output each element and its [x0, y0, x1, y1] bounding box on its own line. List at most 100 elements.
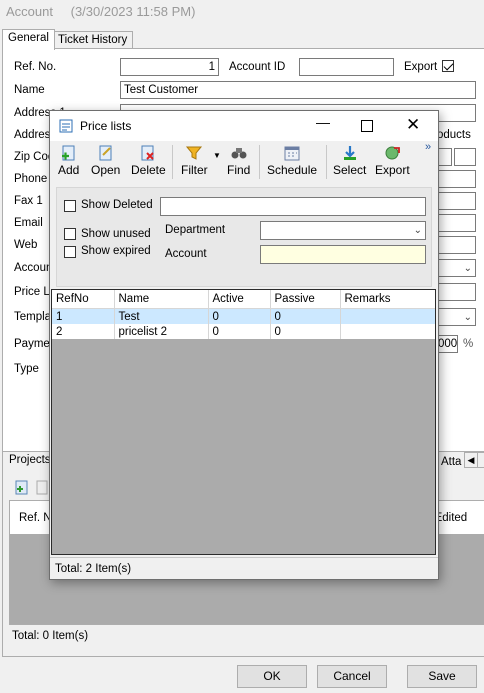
- chevron-down-icon: ⌄: [413, 225, 422, 236]
- price-lists-dialog: Price lists — ✕ Add Open Delete Filter ▼…: [49, 110, 439, 580]
- payment-label: Payme: [14, 338, 50, 350]
- add-button[interactable]: Add: [58, 145, 79, 177]
- window-title-text: Account: [6, 4, 53, 19]
- phone-field[interactable]: [436, 170, 476, 188]
- show-deleted-label: Show Deleted: [81, 199, 153, 211]
- toolbar-separator: [326, 145, 327, 179]
- binoculars-icon: [231, 148, 247, 159]
- select-button[interactable]: Select: [333, 145, 366, 177]
- name-field[interactable]: Test Customer: [120, 81, 476, 99]
- cell-refno: 1: [52, 308, 115, 324]
- add-document-icon: [61, 145, 75, 161]
- department-label: Department: [165, 224, 226, 236]
- minimize-icon[interactable]: —: [316, 114, 330, 130]
- open-document-icon: [99, 145, 112, 161]
- select-arrow-icon: [343, 146, 356, 160]
- chevron-down-icon: ⌄: [463, 263, 472, 274]
- filter-dropdown-arrow-icon[interactable]: ▼: [213, 151, 221, 160]
- cell-refno: 2: [52, 324, 115, 339]
- dialog-status-text: Total: 2 Item(s): [55, 563, 132, 575]
- find-button[interactable]: Find: [227, 145, 250, 177]
- select-label: Select: [333, 163, 367, 177]
- calendar-icon: [284, 146, 300, 161]
- window-title: Account (3/30/2023 11:58 PM): [6, 4, 209, 19]
- schedule-label: Schedule: [267, 163, 318, 177]
- dialog-title: Price lists: [80, 119, 132, 133]
- show-unused-checkbox[interactable]: [64, 228, 76, 240]
- account-filter-field[interactable]: [260, 245, 426, 264]
- price-list-label: Price Li: [14, 286, 53, 298]
- cell-remarks: [340, 308, 435, 324]
- tab-scroll-left-button[interactable]: ◀: [464, 452, 478, 468]
- tab-projects[interactable]: Projects: [9, 454, 51, 466]
- filter-search-field[interactable]: [160, 197, 426, 216]
- tab-attachments[interactable]: Atta: [441, 456, 461, 468]
- close-icon[interactable]: ✕: [406, 115, 420, 135]
- open-project-icon[interactable]: [36, 479, 48, 495]
- products-label: oducts: [437, 129, 471, 141]
- column-header-name[interactable]: Name: [114, 290, 209, 309]
- account-label: Accoun: [14, 262, 53, 274]
- template-combo[interactable]: ⌄: [436, 308, 476, 326]
- column-header-refno[interactable]: RefNo: [52, 290, 115, 309]
- department-combo[interactable]: ⌄: [260, 221, 426, 240]
- email-field[interactable]: [436, 214, 476, 232]
- account-filter-label: Account: [165, 248, 207, 260]
- cell-name: pricelist 2: [114, 324, 209, 339]
- projects-col-ref: Ref. N: [19, 512, 52, 524]
- add-project-icon[interactable]: [14, 479, 30, 495]
- show-expired-checkbox[interactable]: [64, 246, 76, 258]
- percent-label: %: [463, 338, 474, 350]
- tab-ticket-history[interactable]: Ticket History: [52, 31, 134, 49]
- web-field[interactable]: [436, 236, 476, 254]
- zip-field-b[interactable]: [454, 148, 476, 166]
- toolbar-separator: [259, 145, 260, 179]
- payment-field[interactable]: 000: [436, 335, 458, 353]
- fax-field[interactable]: [436, 192, 476, 210]
- cell-remarks: [340, 324, 435, 339]
- ref-no-field[interactable]: 1: [120, 58, 219, 76]
- toolbar-overflow-icon[interactable]: »: [425, 141, 431, 153]
- column-header-remarks[interactable]: Remarks: [340, 290, 435, 309]
- filter-label: Filter: [181, 163, 208, 177]
- table-row[interactable]: 1 Test 0 0: [52, 308, 435, 324]
- fax-label: Fax 1: [14, 195, 43, 207]
- export-globe-icon: [385, 146, 401, 160]
- schedule-button[interactable]: Schedule: [267, 145, 317, 177]
- account-id-label: Account ID: [229, 61, 286, 73]
- cancel-button[interactable]: Cancel: [317, 665, 387, 688]
- email-label: Email: [14, 217, 43, 229]
- cell-name: Test: [114, 308, 209, 324]
- save-button[interactable]: Save: [407, 665, 477, 688]
- account-id-field[interactable]: [299, 58, 394, 76]
- price-lists-grid: RefNo Name Active Passive Remarks 1 Test…: [51, 289, 436, 555]
- show-deleted-checkbox[interactable]: [64, 200, 76, 212]
- chevron-down-icon: ⌄: [463, 312, 472, 323]
- price-list-app-icon: [59, 119, 73, 133]
- delete-button[interactable]: Delete: [131, 145, 166, 177]
- open-button[interactable]: Open: [91, 145, 120, 177]
- web-label: Web: [14, 239, 38, 251]
- tab-scroll-right-button[interactable]: [477, 452, 484, 468]
- price-list-field[interactable]: [436, 283, 476, 301]
- filter-button[interactable]: Filter: [181, 145, 208, 177]
- export-label: Export: [375, 163, 410, 177]
- dialog-titlebar: Price lists — ✕: [50, 111, 438, 141]
- open-label: Open: [91, 163, 121, 177]
- show-expired-label: Show expired: [81, 245, 151, 257]
- dialog-status-bar: Total: 2 Item(s): [50, 557, 438, 580]
- phone-label: Phone: [14, 173, 48, 185]
- export-button[interactable]: Export: [375, 145, 410, 177]
- name-label: Name: [14, 84, 45, 96]
- export-checkbox[interactable]: [442, 60, 454, 72]
- delete-label: Delete: [131, 163, 166, 177]
- maximize-icon[interactable]: [361, 120, 373, 132]
- account-combo[interactable]: ⌄: [436, 259, 476, 277]
- column-header-passive[interactable]: Passive: [270, 290, 341, 309]
- window-timestamp: (3/30/2023 11:58 PM): [70, 4, 196, 19]
- tab-general[interactable]: General: [2, 29, 55, 50]
- add-label: Add: [58, 163, 80, 177]
- column-header-active[interactable]: Active: [208, 290, 271, 309]
- table-row[interactable]: 2 pricelist 2 0 0: [52, 324, 435, 339]
- ok-button[interactable]: OK: [237, 665, 307, 688]
